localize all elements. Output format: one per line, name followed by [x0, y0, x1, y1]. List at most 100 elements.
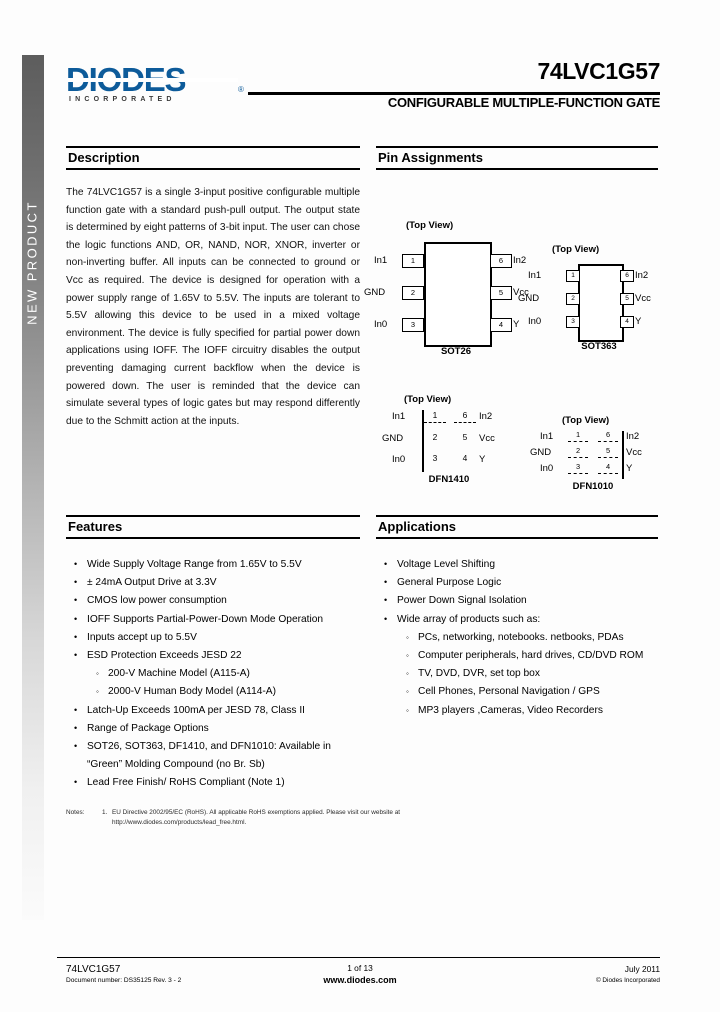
dfn1010-package-name: DFN1010	[572, 481, 614, 492]
circle-bullet-icon: ◦	[406, 632, 409, 642]
feature-label: Range of Package Options	[87, 722, 209, 734]
list-item: • Power Down Signal Isolation	[376, 592, 658, 610]
list-item: • Voltage Level Shifting	[376, 556, 658, 574]
bullet-icon: •	[74, 559, 78, 569]
diodes-logo: DIODES ® INCORPORATED	[66, 63, 244, 105]
list-item: • CMOS low power consumption	[66, 592, 360, 610]
list-item: ◦ PCs, networking, notebooks. netbooks, P…	[376, 629, 658, 647]
feature-label: Lead Free Finish/ RoHS Compliant (Note 1…	[87, 777, 285, 789]
dfn1410-pin1-label: In1	[392, 411, 406, 422]
dfn1410-pin2-num: 2	[432, 432, 438, 442]
list-item: • Wide Supply Voltage Range from 1.65V to…	[66, 556, 360, 574]
dfn1410-pin4-num: 4	[462, 453, 468, 463]
sot363-pin1-pad: 1	[566, 270, 580, 282]
datasheet-page: NEW PRODUCT DIODES ® INCORPORATED 74LVC1…	[0, 0, 720, 1012]
pin-assignments-section: Pin Assignments (Top View) In1 1 GND 2 I…	[364, 146, 658, 492]
list-item: • General Purpose Logic	[376, 574, 658, 592]
dfn1410-pin2-label: GND	[382, 433, 404, 444]
circle-bullet-icon: ◦	[96, 669, 99, 679]
registered-mark-icon: ®	[238, 85, 244, 94]
feature-label: ESD Protection Exceeds JESD 22	[87, 650, 242, 662]
description-heading: Description	[66, 146, 360, 170]
dfn1010-pin2-num: 2	[575, 446, 581, 455]
page-subtitle: CONFIGURABLE MULTIPLE-FUNCTION GATE	[387, 95, 660, 110]
dfn1410-package-name: DFN1410	[428, 474, 470, 485]
notes-body: EU Directive 2002/95/EC (RoHS). All appl…	[112, 808, 506, 827]
features-heading-text: Features	[68, 519, 123, 534]
list-item: ◦ 2000-V Human Body Model (A114-A)	[66, 683, 360, 701]
circle-bullet-icon: ◦	[406, 669, 409, 679]
features-list: • Wide Supply Voltage Range from 1.65V to…	[66, 556, 360, 665]
application-sub-label: MP3 players ,Cameras, Video Recorders	[418, 704, 603, 716]
sot363-pin3-pad: 3	[566, 316, 580, 328]
sot26-pin3-label: In0	[374, 319, 388, 330]
application-sub-label: Computer peripherals, hard drives, CD/DV…	[418, 650, 644, 662]
dfn1410-pin3-num: 3	[432, 453, 438, 463]
dfn1010-pin1-pad	[568, 441, 588, 442]
footer-right: July 2011 © Diodes Incorporated	[596, 964, 660, 984]
sot363-package-name: SOT363	[581, 341, 617, 352]
applications-section: Applications • Voltage Level Shifting • Ge…	[376, 515, 658, 720]
pin-diagrams: (Top View) In1 1 GND 2 In0 3 6 In2 5 Vcc…	[364, 182, 658, 492]
dfn1010-pin5-pad	[598, 457, 618, 458]
notes-block: Notes: 1. EU Directive 2002/95/EC (RoHS)…	[66, 808, 506, 827]
circle-bullet-icon: ◦	[96, 687, 99, 697]
description-section: Description The 74LVC1G57 is a single 3-…	[66, 146, 360, 430]
sot363-pin5-label: Vcc	[635, 293, 651, 304]
sot363-pin5-pad: 5	[620, 293, 634, 305]
sot26-pin1-pad: 1	[402, 254, 424, 268]
application-sub-label: PCs, networking, notebooks. netbooks, PD…	[418, 631, 624, 643]
sot363-pin6-pad: 6	[620, 270, 634, 282]
features-list-last: • Lead Free Finish/ RoHS Compliant (Note …	[66, 774, 360, 792]
footer-copyright: © Diodes Incorporated	[595, 977, 660, 984]
sot26-top-view-label: (Top View)	[406, 220, 454, 231]
list-item: • IOFF Supports Partial-Power-Down Mode O…	[66, 611, 360, 629]
description-body: The 74LVC1G57 is a single 3-input positi…	[66, 187, 360, 427]
applications-list: • Voltage Level Shifting • General Purpose…	[376, 556, 658, 629]
circle-bullet-icon: ◦	[406, 651, 409, 661]
bullet-icon: •	[74, 741, 78, 752]
dfn1010-pin6-pad	[598, 441, 618, 442]
bullet-icon: •	[74, 595, 78, 606]
feature-label: SOT26, SOT363, DF1410, and DFN1010: Avai…	[87, 741, 331, 753]
features-list-continued: • Latch-Up Exceeds 100mA per JESD 78, Cla…	[66, 702, 360, 757]
dfn1410-pin1-pad	[424, 422, 446, 423]
bullet-icon: •	[384, 595, 388, 606]
list-item: • Wide array of products such as:	[376, 611, 658, 629]
sot363-pin1-label: In1	[528, 270, 542, 281]
footer-divider	[57, 957, 660, 958]
list-item: • Lead Free Finish/ RoHS Compliant (Note …	[66, 774, 360, 792]
list-item: • ESD Protection Exceeds JESD 22	[66, 647, 360, 665]
list-item: ◦ 200-V Machine Model (A115-A)	[66, 665, 360, 683]
sot26-pin4-label: Y	[513, 319, 520, 330]
dfn1410-top-view-label: (Top View)	[404, 394, 452, 405]
feature-label: Latch-Up Exceeds 100mA per JESD 78, Clas…	[87, 704, 306, 716]
sot26-pin1-label: In1	[374, 255, 388, 266]
feature-sub-label: 200-V Machine Model (A115-A)	[108, 668, 250, 680]
list-item: • Inputs accept up to 5.5V	[66, 629, 360, 647]
dfn1410-pin3-label: In0	[392, 454, 406, 465]
bullet-icon: •	[74, 704, 78, 715]
feature-label: ± 24mA Output Drive at 3.3V	[87, 577, 217, 589]
page-title: 74LVC1G57	[537, 58, 660, 84]
application-label: Power Down Signal Isolation	[397, 595, 527, 607]
notes-link[interactable]: http://www.diodes.com/products/lead_free…	[112, 818, 506, 828]
application-sub-label: TV, DVD, DVR, set top box	[418, 668, 540, 680]
circle-bullet-icon: ◦	[406, 687, 409, 697]
sot26-pin2-label: GND	[364, 287, 386, 298]
sot26-body	[424, 242, 492, 347]
dfn1410-pin5-num: 5	[462, 432, 468, 442]
notes-line-1: EU Directive 2002/95/EC (RoHS). All appl…	[112, 809, 401, 816]
dfn1010-pin4-label: Y	[626, 463, 633, 474]
application-label: Voltage Level Shifting	[397, 559, 495, 570]
sot363-top-view-label: (Top View)	[552, 244, 600, 255]
sot26-pin3-pad: 3	[402, 318, 424, 332]
bullet-icon: •	[384, 559, 388, 569]
dfn1010-pin1-label: In1	[540, 431, 554, 442]
sot363-pin6-label: In2	[635, 270, 649, 281]
feature-label: Wide Supply Voltage Range from 1.65V to …	[87, 559, 302, 570]
feature-label: IOFF Supports Partial-Power-Down Mode Op…	[87, 613, 324, 625]
dfn1010-body-edge	[622, 431, 624, 479]
dfn1410-pin6-num: 6	[462, 410, 468, 420]
logo-slash-decoration	[68, 78, 238, 82]
